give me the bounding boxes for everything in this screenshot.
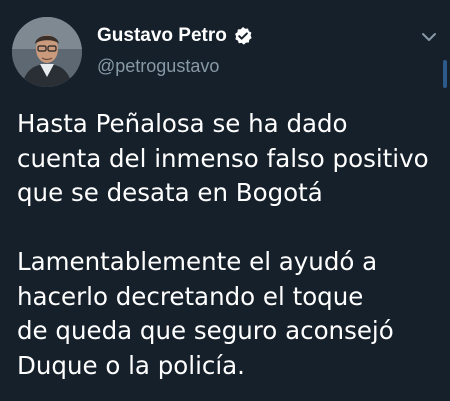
tweet-text-line: hacerlo decretando el toque xyxy=(17,281,364,311)
tweet-author: Gustavo Petro @petrogustavo xyxy=(97,24,253,77)
chevron-down-icon[interactable] xyxy=(420,30,438,44)
avatar[interactable] xyxy=(12,17,82,87)
tweet-text-line: Duque o la policía. xyxy=(17,350,245,380)
tweet-text-line: que se desata en Bogotá xyxy=(17,178,323,207)
verified-badge-icon xyxy=(233,26,253,46)
tweet-card: Gustavo Petro @petrogustavo Hasta Peñalo… xyxy=(0,0,450,401)
tweet-text-line: cuenta del inmenso falso positivo xyxy=(17,143,429,173)
tweet-text-line: Lamentablemente el ayudó a xyxy=(17,247,378,276)
tweet-text: Hasta Peñalosa se ha dado cuenta del inm… xyxy=(17,107,442,383)
scrollbar-thumb[interactable] xyxy=(443,60,447,88)
author-name-row: Gustavo Petro xyxy=(97,24,253,48)
author-handle[interactable]: @petrogustavo xyxy=(97,56,253,77)
tweet-paragraph: Lamentablemente el ayudó a hacerlo decre… xyxy=(17,245,442,383)
avatar-image xyxy=(12,17,82,87)
author-display-name[interactable]: Gustavo Petro xyxy=(97,25,227,47)
tweet-text-line: Hasta Peñalosa se ha dado xyxy=(17,109,348,138)
tweet-paragraph: Hasta Peñalosa se ha dado cuenta del inm… xyxy=(17,107,442,211)
tweet-text-line: de queda que seguro aconsejó xyxy=(17,316,394,345)
